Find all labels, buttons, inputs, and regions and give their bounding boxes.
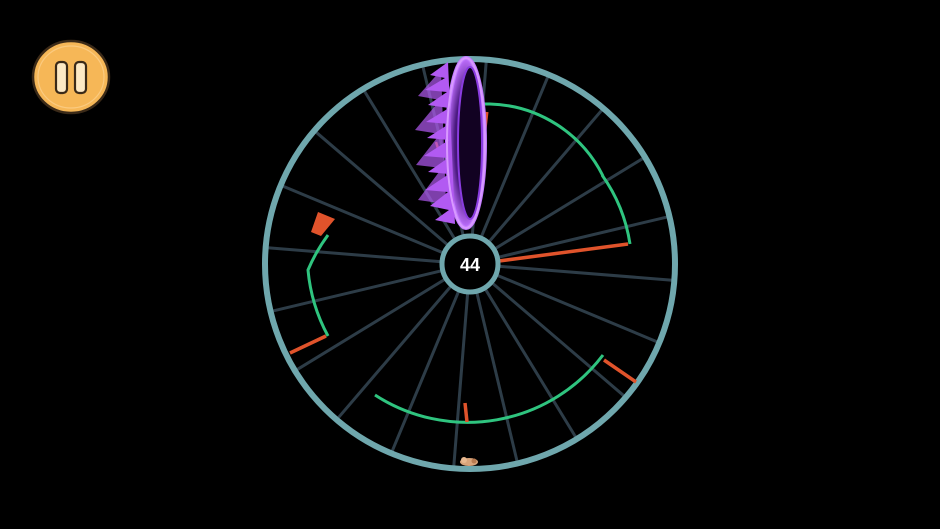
spoke bbox=[267, 246, 441, 264]
spoke bbox=[452, 293, 470, 467]
green-wall-bottom bbox=[374, 354, 605, 424]
red-bar-bottom-right bbox=[603, 358, 637, 384]
player-character bbox=[460, 457, 478, 466]
red-bar-left bbox=[289, 334, 327, 355]
score-label: 44 bbox=[460, 255, 480, 275]
spoke bbox=[494, 156, 645, 250]
red-flag-left bbox=[311, 212, 335, 236]
spoke bbox=[484, 288, 578, 439]
game-board[interactable]: 44 bbox=[0, 0, 940, 529]
red-bar-bottom bbox=[463, 402, 469, 423]
spoke bbox=[272, 269, 442, 313]
spoke bbox=[475, 292, 519, 462]
spoke bbox=[499, 264, 673, 282]
spoke bbox=[295, 278, 446, 372]
